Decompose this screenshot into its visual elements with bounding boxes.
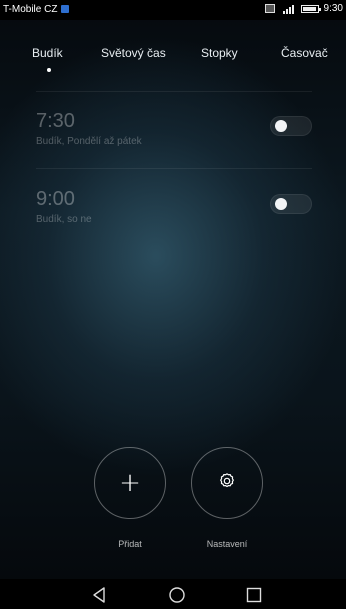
tab-alarm[interactable]: Budík bbox=[32, 46, 63, 60]
alarm-item[interactable]: 7:30 Budík, Pondělí až pátek bbox=[36, 110, 312, 166]
tab-world-clock[interactable]: Světový čas bbox=[101, 46, 166, 60]
divider bbox=[36, 91, 312, 92]
alarm-toggle[interactable] bbox=[270, 116, 312, 136]
toggle-knob bbox=[275, 120, 287, 132]
plus-icon: + bbox=[119, 468, 141, 498]
status-icons: 9:30 bbox=[264, 3, 343, 14]
notification-icon bbox=[61, 5, 70, 13]
alarm-item[interactable]: 9:00 Budík, so ne bbox=[36, 188, 312, 244]
alarm-time: 9:00 bbox=[36, 188, 75, 210]
settings-button[interactable] bbox=[191, 447, 263, 519]
tab-stopwatch[interactable]: Stopky bbox=[201, 46, 238, 60]
navigation-bar bbox=[0, 579, 346, 609]
alarm-label: Budík, so ne bbox=[36, 214, 92, 225]
status-bar: T-Mobile CZ 9:30 bbox=[0, 0, 346, 20]
status-time: 9:30 bbox=[323, 3, 343, 14]
battery-icon bbox=[300, 4, 321, 13]
sim-icon bbox=[264, 4, 275, 13]
alarm-toggle[interactable] bbox=[270, 194, 312, 214]
tab-timer[interactable]: Časovač bbox=[281, 46, 328, 60]
back-icon[interactable] bbox=[90, 585, 110, 605]
alarm-label: Budík, Pondělí až pátek bbox=[36, 136, 142, 147]
carrier-label: T-Mobile CZ bbox=[3, 4, 58, 15]
tab-bar: Budík Světový čas Stopky Časovač bbox=[0, 46, 346, 70]
toggle-knob bbox=[275, 198, 287, 210]
add-alarm-button[interactable]: + bbox=[94, 447, 166, 519]
add-alarm-label: Přidat bbox=[118, 539, 142, 549]
home-icon[interactable] bbox=[167, 585, 187, 605]
carrier-name: T-Mobile CZ bbox=[3, 4, 70, 15]
gear-icon bbox=[218, 472, 236, 494]
divider bbox=[36, 168, 312, 169]
recents-icon[interactable] bbox=[244, 585, 264, 605]
settings-label: Nastavení bbox=[206, 539, 248, 549]
alarm-time: 7:30 bbox=[36, 110, 75, 132]
signal-icon bbox=[280, 4, 296, 14]
active-tab-indicator bbox=[47, 68, 51, 72]
